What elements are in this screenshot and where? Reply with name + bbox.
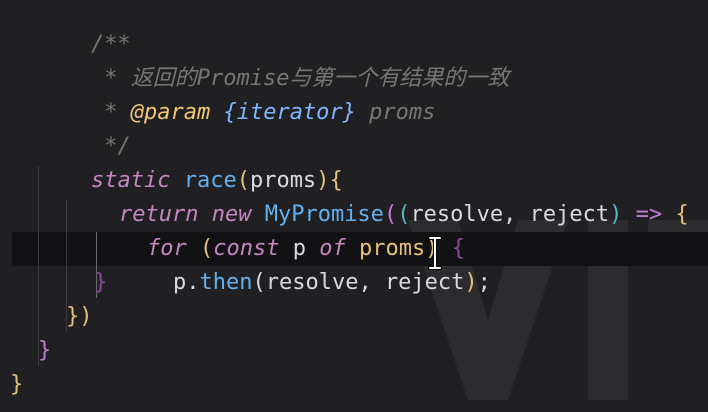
semicolon: ; <box>477 270 491 295</box>
comment-description: * 返回的Promise与第一个有结果的一致 <box>38 28 509 91</box>
code-editor[interactable]: /** * 返回的Promise与第一个有结果的一致 * @param {ite… <box>0 0 708 412</box>
jsdoc-type: {iterator} <box>223 100 356 125</box>
comment-open: /** <box>38 0 131 57</box>
arg-resolve: resolve <box>265 270 359 295</box>
code-line-close-promise: }) <box>66 304 93 329</box>
comment-param: * @param {iterator} proms <box>38 62 435 125</box>
comment-close: */ <box>38 96 131 159</box>
code-line-for: for (const p of proms) { <box>146 236 465 261</box>
method-then: then <box>199 270 253 295</box>
code-line-close-for: } <box>94 270 108 295</box>
jsdoc-param-name: proms <box>355 100 436 125</box>
jsdoc-tag: @param <box>130 100 211 125</box>
code-line-close-class: } <box>10 372 24 397</box>
code-line-close-method: } <box>38 338 52 363</box>
code-line-return: return new MyPromise((resolve, reject) =… <box>118 202 689 227</box>
object-p: p <box>172 270 187 295</box>
arg-reject: reject <box>384 270 465 295</box>
arrow-operator: => <box>635 202 663 227</box>
param-reject: reject <box>529 202 610 227</box>
code-line-method: static race(proms){ <box>90 168 343 193</box>
text-cursor-icon <box>428 236 442 270</box>
